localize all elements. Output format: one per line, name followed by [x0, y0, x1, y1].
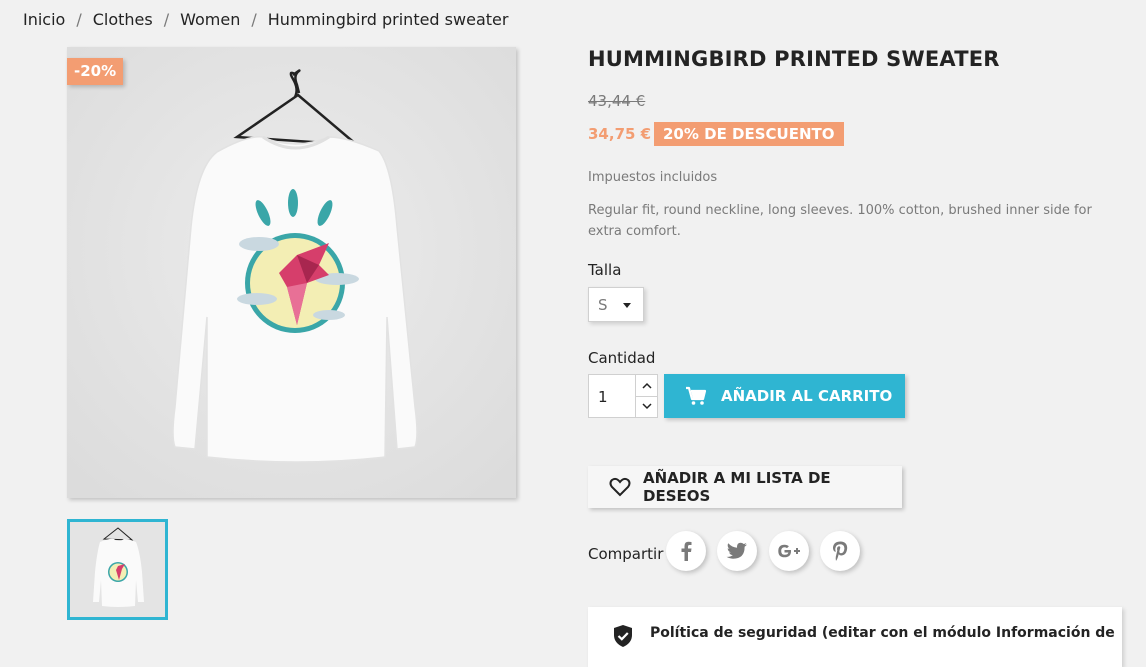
size-value: S	[598, 296, 608, 314]
quantity-increase-button[interactable]	[636, 375, 658, 397]
breadcrumb-home[interactable]: Inicio	[23, 10, 65, 29]
chevron-down-icon	[642, 403, 652, 410]
breadcrumb-women[interactable]: Women	[180, 10, 240, 29]
discount-badge: 20% DE DESCUENTO	[654, 122, 844, 146]
google-plus-share-button[interactable]	[769, 531, 809, 571]
chevron-up-icon	[642, 382, 652, 389]
add-to-cart-label: AÑADIR AL CARRITO	[721, 387, 893, 405]
quantity-buttons	[635, 375, 658, 417]
product-cover-image[interactable]	[67, 47, 516, 498]
facebook-icon	[681, 541, 692, 561]
add-to-cart-button[interactable]: AÑADIR AL CARRITO	[664, 374, 905, 418]
regular-price: 43,44 €	[588, 92, 646, 110]
current-price: 34,75 €	[588, 125, 652, 143]
tax-label: Impuestos incluidos	[588, 170, 718, 185]
shopping-cart-icon	[685, 386, 707, 406]
google-plus-icon	[778, 544, 800, 558]
pinterest-icon	[832, 541, 848, 561]
product-description: Regular fit, round neckline, long sleeve…	[588, 203, 1092, 239]
breadcrumb: Inicio / Clothes / Women / Hummingbird p…	[23, 10, 508, 29]
wishlist-label: AÑADIR A MI LISTA DE DESEOS	[643, 469, 831, 505]
heart-icon	[609, 477, 631, 497]
product-thumbnail[interactable]	[67, 519, 168, 620]
quantity-decrease-button[interactable]	[636, 396, 658, 417]
breadcrumb-current[interactable]: Hummingbird printed sweater	[268, 10, 509, 29]
share-label: Compartir	[588, 545, 664, 563]
reassurance-block: Política de seguridad (editar con el mód…	[588, 607, 1122, 667]
quantity-input[interactable]: 1	[598, 388, 608, 406]
chevron-down-icon	[623, 303, 631, 308]
twitter-share-button[interactable]	[717, 531, 757, 571]
size-label: Talla	[588, 261, 622, 279]
thumbnail-image	[70, 522, 165, 617]
pinterest-share-button[interactable]	[820, 531, 860, 571]
quantity-stepper[interactable]: 1	[588, 374, 658, 418]
breadcrumb-separator: /	[163, 10, 170, 29]
discount-flag: -20%	[67, 58, 124, 85]
twitter-icon	[726, 542, 747, 559]
quantity-label: Cantidad	[588, 349, 656, 367]
size-select[interactable]: S	[588, 287, 644, 322]
breadcrumb-clothes[interactable]: Clothes	[93, 10, 153, 29]
shield-check-icon	[612, 624, 634, 652]
breadcrumb-separator: /	[76, 10, 82, 29]
breadcrumb-separator: /	[251, 10, 257, 29]
facebook-share-button[interactable]	[666, 531, 706, 571]
product-title: HUMMINGBIRD PRINTED SWEATER	[588, 47, 1000, 71]
add-to-wishlist-button[interactable]: AÑADIR A MI LISTA DE DESEOS	[588, 466, 902, 508]
sweater-illustration	[67, 47, 516, 498]
